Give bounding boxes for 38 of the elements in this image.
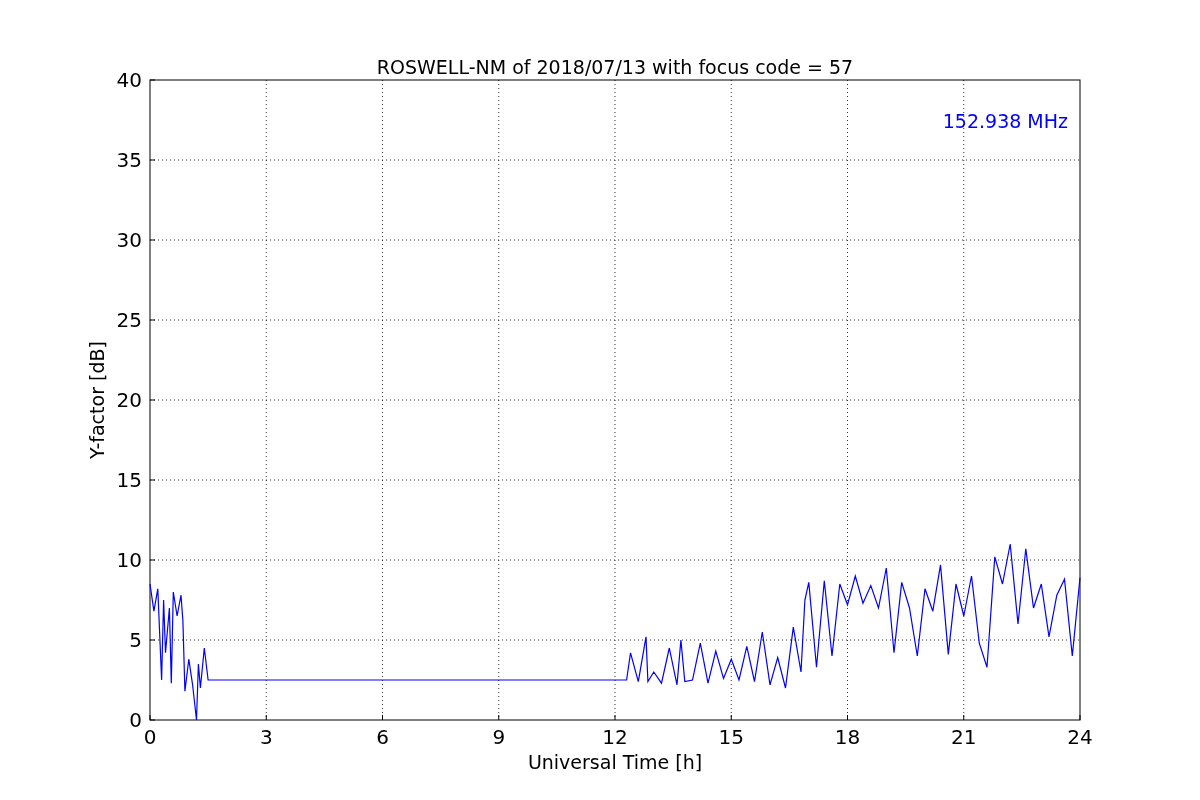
tick-mark — [382, 714, 383, 721]
y-tick-label: 15 — [116, 468, 142, 492]
tick-mark — [149, 239, 156, 241]
x-tick-label: 21 — [951, 725, 977, 749]
y-axis-label: Y-factor [dB] — [86, 341, 108, 459]
tick-mark — [963, 714, 965, 721]
y-tick-label: 20 — [116, 388, 142, 412]
x-tick-label: 24 — [1067, 725, 1093, 749]
y-tick-label: 30 — [116, 228, 142, 252]
x-tick-label: 18 — [834, 725, 861, 749]
chart-title: ROSWELL-NM of 2018/07/13 with focus code = 57 — [376, 56, 854, 78]
y-tick-label: 0 — [129, 708, 142, 732]
tick-mark — [149, 319, 156, 321]
x-tick-label: 12 — [602, 725, 628, 749]
y-tick-label: 25 — [116, 308, 142, 332]
y-tick-label: 35 — [116, 148, 142, 172]
x-tick-label: 15 — [718, 725, 744, 749]
tick-mark — [1079, 714, 1081, 721]
tick-mark — [149, 79, 156, 81]
tick-mark — [498, 714, 500, 721]
x-tick-label: 0 — [143, 725, 157, 749]
y-tick-label: 10 — [116, 548, 142, 572]
tick-mark — [149, 479, 156, 481]
tick-mark — [614, 714, 616, 721]
x-tick-label: 3 — [259, 725, 273, 749]
y-tick-label: 5 — [129, 628, 142, 652]
x-tick-label: 6 — [376, 725, 389, 749]
y-tick-label: 40 — [116, 68, 142, 92]
tick-mark — [149, 559, 156, 561]
tick-mark — [730, 714, 732, 721]
tick-mark — [265, 714, 267, 721]
x-tick-label: 9 — [492, 725, 506, 749]
tick-mark — [149, 639, 156, 641]
x-axis-label: Universal Time [h] — [527, 751, 703, 773]
tick-mark — [149, 399, 156, 401]
tick-mark — [149, 159, 156, 161]
tick-mark — [847, 714, 848, 721]
series-label: 152.938 MHz — [942, 110, 1068, 132]
